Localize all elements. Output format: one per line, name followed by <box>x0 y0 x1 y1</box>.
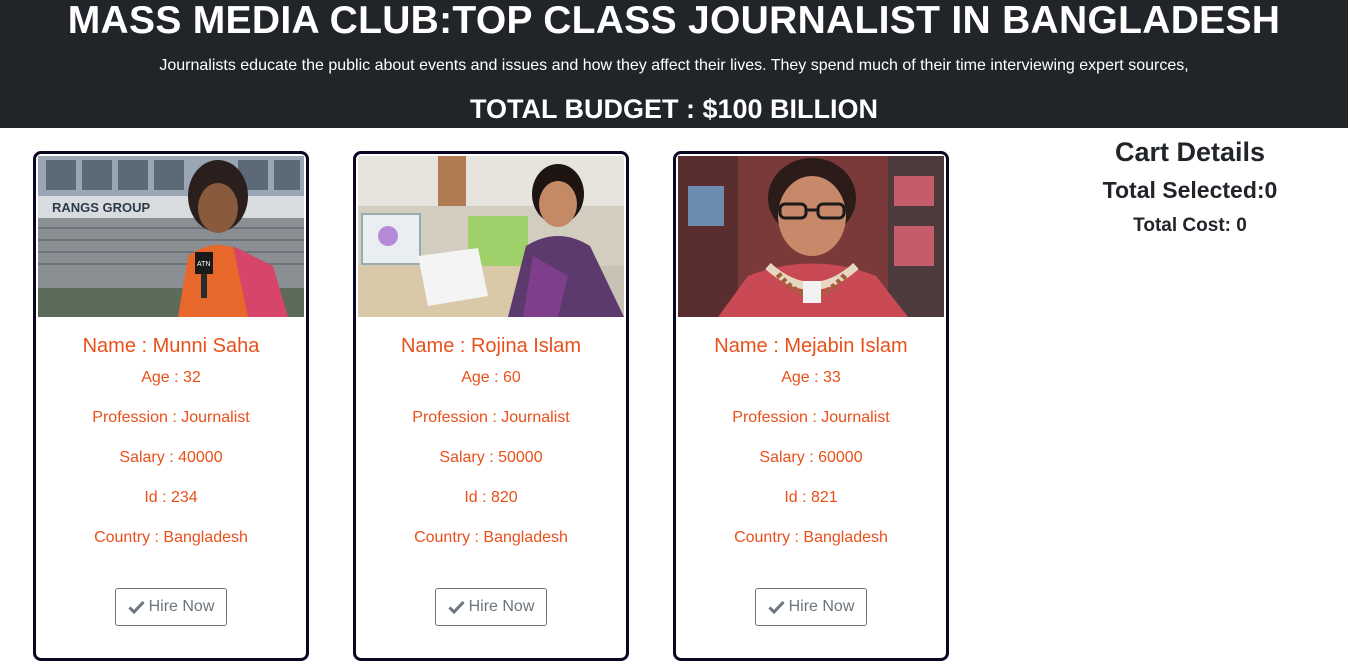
journalist-country: Country : Bangladesh <box>734 529 888 546</box>
journalist-salary: Salary : 40000 <box>119 449 223 466</box>
site-header: MASS MEDIA CLUB:TOP CLASS JOURNALIST IN … <box>0 0 1348 128</box>
journalist-photo <box>358 156 624 317</box>
journalist-age: Age : 60 <box>461 369 521 386</box>
hire-now-button[interactable]: Hire Now <box>755 588 867 626</box>
svg-text:ATN: ATN <box>197 261 210 268</box>
page-tagline: Journalists educate the public about eve… <box>159 57 1189 74</box>
hire-now-label: Hire Now <box>788 598 855 615</box>
total-budget: TOTAL BUDGET : $100 BILLION <box>469 94 879 124</box>
check-icon <box>448 600 465 614</box>
journalist-card-munni-saha: RANGS GROUP ATN Name : Munni Saha Age : … <box>33 151 309 661</box>
journalist-card-mejabin-islam: Name : Mejabin Islam Age : 33 Profession… <box>673 151 949 661</box>
journalist-id: Id : 820 <box>464 489 518 506</box>
hire-now-label: Hire Now <box>468 598 535 615</box>
journalist-salary: Salary : 50000 <box>439 449 543 466</box>
hire-now-button[interactable]: Hire Now <box>435 588 547 626</box>
journalist-age: Age : 32 <box>141 369 201 386</box>
journalist-profession: Profession : Journalist <box>732 409 890 426</box>
photo-sign-text: RANGS GROUP <box>52 200 151 215</box>
journalist-name: Name : Rojina Islam <box>400 335 582 357</box>
journalist-photo <box>678 156 944 317</box>
journalist-country: Country : Bangladesh <box>94 529 248 546</box>
journalist-country: Country : Bangladesh <box>414 529 568 546</box>
cart-details-panel: Cart Details Total Selected:0 Total Cost… <box>1040 136 1340 238</box>
total-selected: Total Selected:0 <box>1102 177 1278 203</box>
total-cost: Total Cost: 0 <box>1133 215 1247 236</box>
journalist-card-rojina-islam: Name : Rojina Islam Age : 60 Profession … <box>353 151 629 661</box>
journalist-id: Id : 821 <box>784 489 838 506</box>
journalist-photo: RANGS GROUP ATN <box>38 156 304 317</box>
journalist-age: Age : 33 <box>781 369 841 386</box>
hire-now-label: Hire Now <box>148 598 215 615</box>
journalist-profession: Profession : Journalist <box>92 409 250 426</box>
journalist-name: Name : Mejabin Islam <box>714 335 908 357</box>
check-icon <box>128 600 145 614</box>
journalist-id: Id : 234 <box>144 489 198 506</box>
cart-title: Cart Details <box>1114 137 1266 167</box>
page-title: MASS MEDIA CLUB:TOP CLASS JOURNALIST IN … <box>67 0 1281 42</box>
hire-now-button[interactable]: Hire Now <box>115 588 227 626</box>
journalist-name: Name : Munni Saha <box>82 335 260 357</box>
journalist-profession: Profession : Journalist <box>412 409 570 426</box>
journalist-salary: Salary : 60000 <box>759 449 863 466</box>
check-icon <box>768 600 785 614</box>
